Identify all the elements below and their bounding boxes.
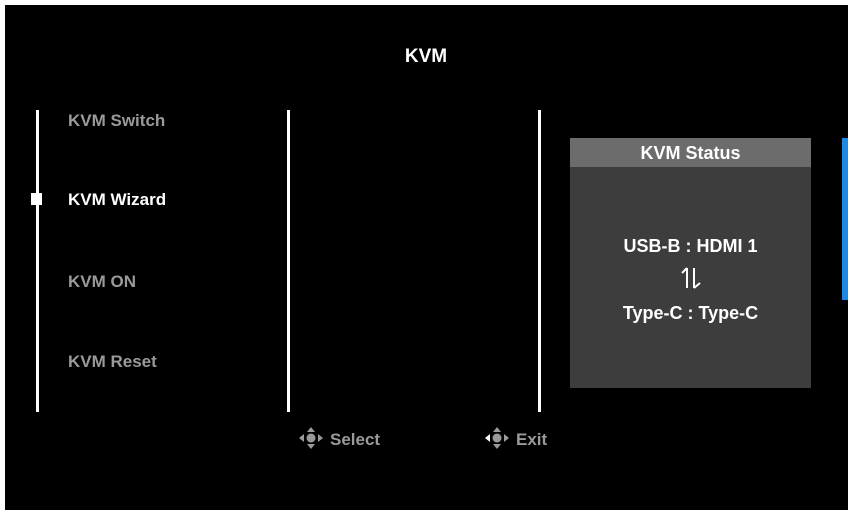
menu-item-kvm-wizard[interactable]: KVM Wizard [68,190,166,210]
exit-label: Exit [516,430,548,449]
kvm-status-type-c: Type-C : Type-C [622,303,759,323]
kvm-status-title: KVM Status [570,138,811,167]
kvm-status-panel: KVM Status USB-B : HDMI 1 Type-C : Type-… [570,138,811,388]
menu-divider-left [36,110,39,412]
select-label: Select [330,430,381,449]
exit-button[interactable]: Exit [484,426,548,455]
menu-divider-right [538,110,541,412]
menu-item-kvm-switch[interactable]: KVM Switch [68,111,165,131]
joystick-left-icon [484,426,510,455]
select-button[interactable]: Select [298,426,381,455]
kvm-status-usb-b: USB-B : HDMI 1 [623,236,758,256]
menu-divider-middle [287,110,290,412]
swap-arrows-icon [678,264,704,292]
selection-marker [31,193,42,205]
joystick-icon [298,426,324,455]
page-title: KVM [404,46,448,67]
scroll-indicator [842,138,848,300]
menu-item-kvm-on[interactable]: KVM ON [68,272,136,292]
menu-item-kvm-reset[interactable]: KVM Reset [68,352,157,372]
